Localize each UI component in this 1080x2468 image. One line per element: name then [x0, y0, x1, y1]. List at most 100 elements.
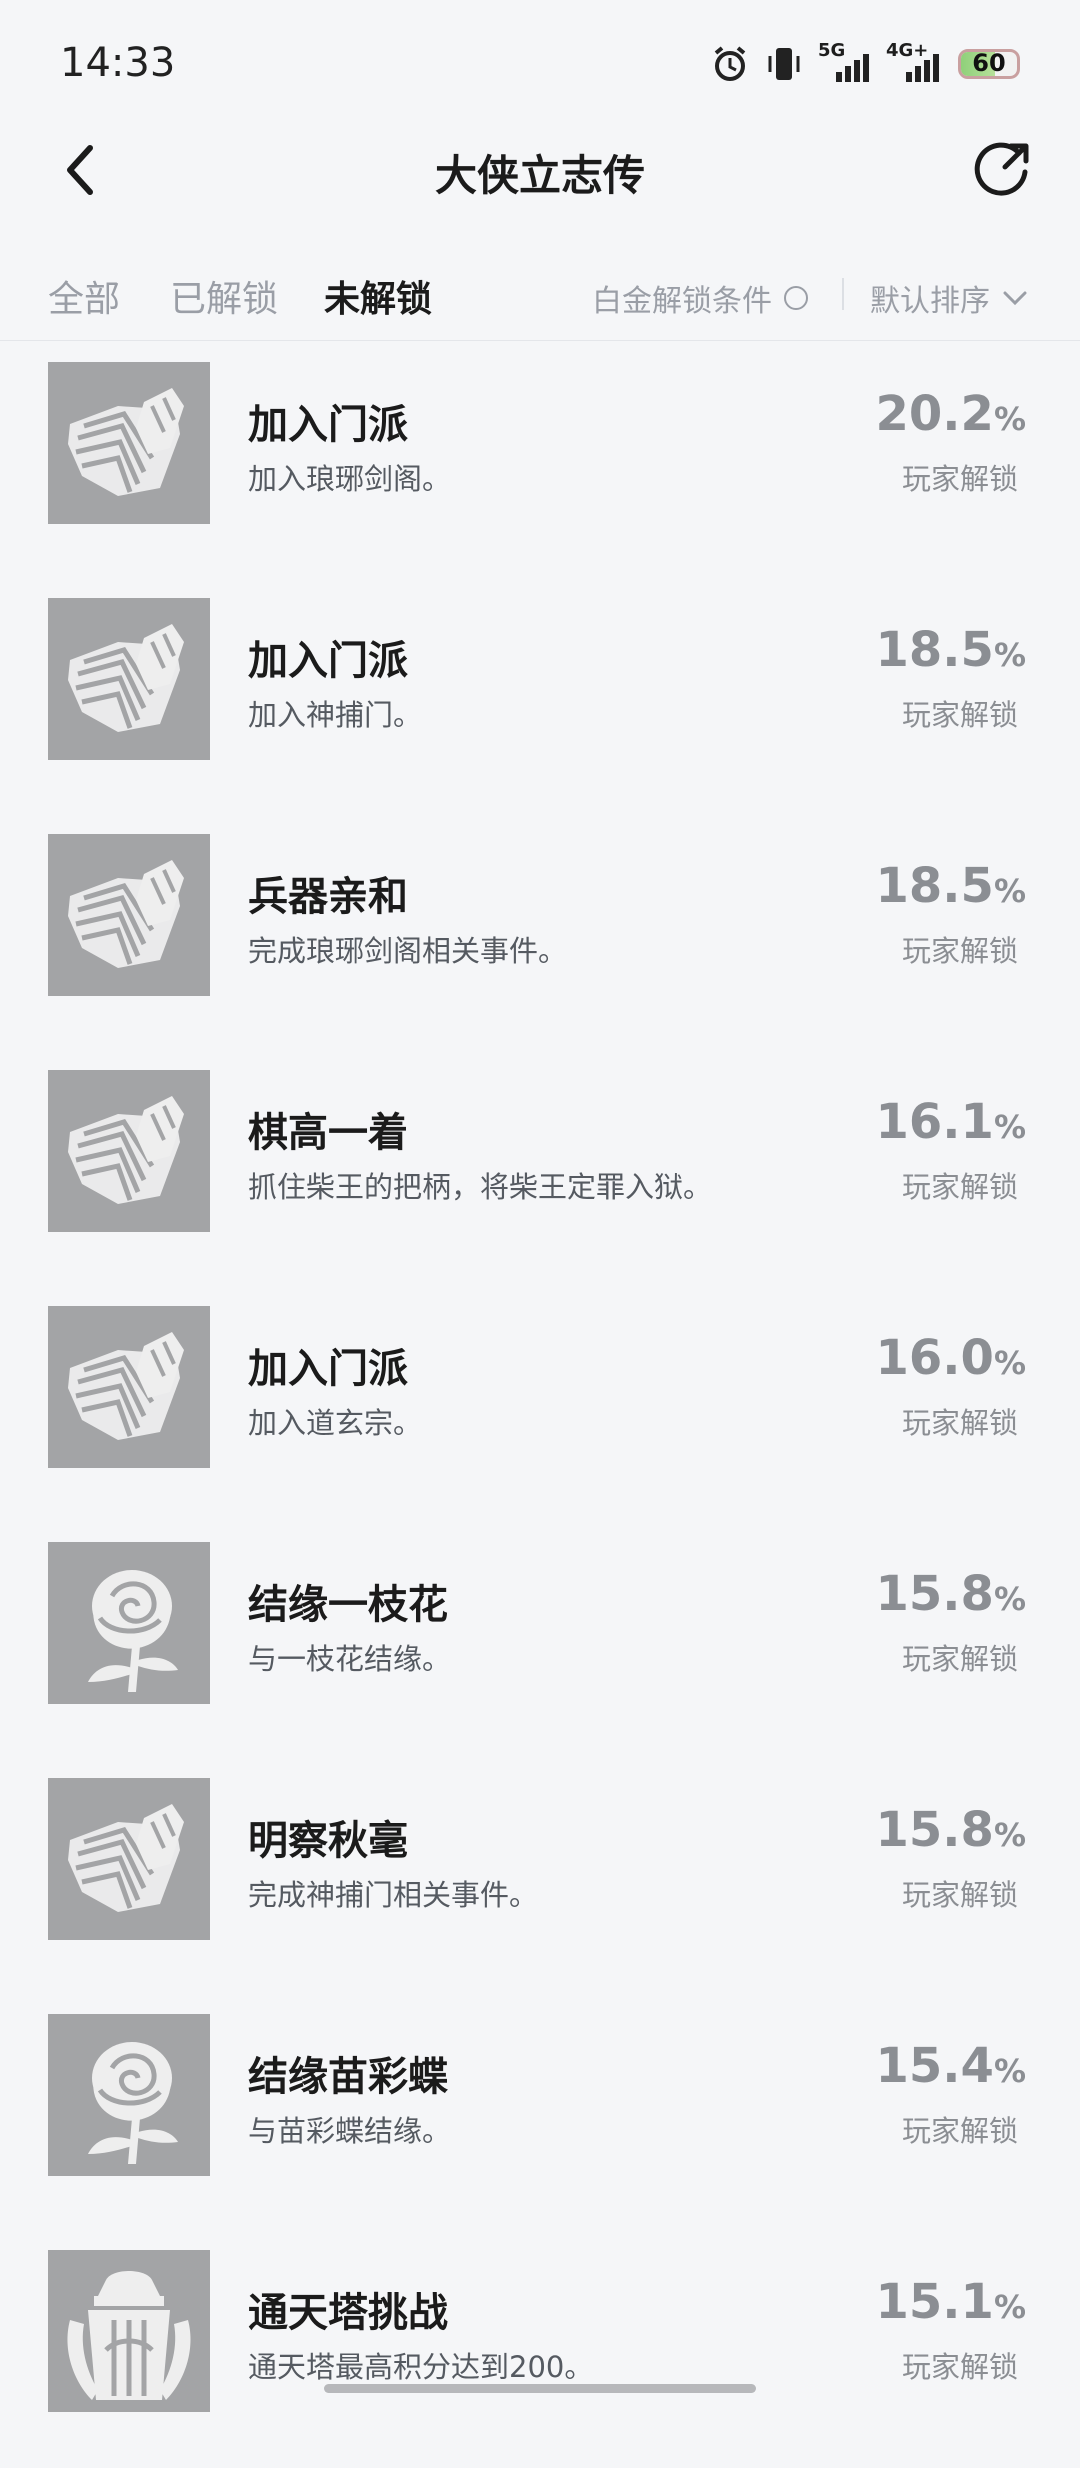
status-time: 14:33: [60, 40, 176, 86]
sort-dropdown[interactable]: 默认排序: [870, 276, 1028, 320]
achievement-title: 加入门派: [248, 1346, 408, 1392]
achievement-description: 加入琅琊剑阁。: [248, 462, 452, 496]
signal-icon: [836, 54, 869, 82]
achievement-row[interactable]: 结缘一枝花与一枝花结缘。 15.8% 玩家解锁: [0, 1524, 1080, 1760]
percent-unit: %: [993, 1580, 1026, 1618]
tab-unlocked[interactable]: 已解锁: [170, 270, 278, 322]
achievement-thumbnail: [48, 834, 210, 996]
unlock-percentage: 18.5%: [876, 858, 1027, 914]
percent-unit: %: [993, 2052, 1026, 2090]
unlock-percentage-value: 15.8: [875, 1566, 994, 1622]
signal-4g: 4G+: [886, 40, 944, 84]
unlock-percentage-value: 16.0: [875, 1330, 994, 1386]
book-icon: [48, 1070, 210, 1232]
alarm-icon: [714, 46, 746, 81]
unlock-percentage: 15.1%: [876, 2274, 1027, 2330]
achievement-description: 与一枝花结缘。: [248, 1642, 452, 1676]
book-icon: [48, 362, 210, 524]
unlock-percentage: 15.8%: [876, 1802, 1027, 1858]
unlock-label: 玩家解锁: [901, 1170, 1018, 1204]
percent-unit: %: [993, 400, 1026, 438]
home-indicator[interactable]: [324, 2384, 756, 2393]
achievement-thumbnail: [48, 1070, 210, 1232]
book-icon: [48, 598, 210, 760]
unlock-percentage-value: 20.2: [875, 386, 994, 442]
achievement-title: 明察秋毫: [248, 1818, 408, 1864]
book-icon: [48, 834, 210, 996]
unlock-label: 玩家解锁: [901, 1406, 1018, 1440]
unlock-label: 玩家解锁: [901, 2114, 1018, 2148]
share-rotate-icon: [974, 142, 1029, 196]
vibrate-icon: [768, 48, 800, 80]
achievement-title: 通天塔挑战: [248, 2290, 448, 2336]
rose-icon: [48, 1542, 210, 1704]
unlock-label: 玩家解锁: [901, 698, 1018, 732]
unlock-percentage-value: 18.5: [875, 858, 994, 914]
unlock-percentage: 16.1%: [876, 1094, 1027, 1150]
unlock-percentage-value: 15.8: [875, 1802, 994, 1858]
platinum-filter[interactable]: 白金解锁条件: [592, 276, 808, 320]
achievement-description: 与苗彩蝶结缘。: [248, 2114, 452, 2148]
tab-locked[interactable]: 未解锁: [324, 270, 432, 322]
achievement-row[interactable]: 兵器亲和 完成琅琊剑阁相关事件。 18.5% 玩家解锁: [0, 816, 1080, 1052]
unlock-percentage: 15.8%: [876, 1566, 1027, 1622]
book-icon: [48, 1778, 210, 1940]
achievement-description: 完成琅琊剑阁相关事件。: [248, 934, 568, 968]
achievement-title: 结缘苗彩蝶: [248, 2054, 448, 2100]
unlock-label: 玩家解锁: [901, 1642, 1018, 1676]
achievement-thumbnail: [48, 1542, 210, 1704]
achievement-row[interactable]: 棋高一着 抓住柴王的把柄，将柴王定罪入狱。 16.1% 玩家解锁: [0, 1052, 1080, 1288]
percent-unit: %: [993, 1816, 1026, 1854]
unlock-percentage: 18.5%: [876, 622, 1027, 678]
achievement-title: 兵器亲和: [248, 874, 408, 920]
achievement-description: 完成神捕门相关事件。: [248, 1878, 539, 1912]
unlock-percentage-value: 16.1: [875, 1094, 994, 1150]
achievement-row[interactable]: 加入门派加入道玄宗。 16.0% 玩家解锁: [0, 1288, 1080, 1524]
divider: [842, 278, 844, 310]
achievement-thumbnail: [48, 1306, 210, 1468]
page-title: 大侠立志传: [434, 151, 645, 200]
achievement-thumbnail: [48, 598, 210, 760]
achievement-thumbnail: [48, 1778, 210, 1940]
signal-icon: [906, 54, 939, 82]
percent-unit: %: [993, 2288, 1026, 2326]
percent-unit: %: [993, 872, 1026, 910]
share-button[interactable]: [970, 138, 1034, 202]
nav-bar: 大侠立志传: [0, 120, 1080, 220]
signal-5g: 5G: [818, 40, 872, 84]
unlock-label: 玩家解锁: [901, 2350, 1018, 2384]
platinum-filter-label: 白金解锁条件: [592, 284, 772, 319]
unlock-percentage: 15.4%: [876, 2038, 1027, 2094]
unlock-percentage-value: 15.1: [875, 2274, 994, 2330]
rose-icon: [48, 2014, 210, 2176]
achievement-thumbnail: [48, 362, 210, 524]
status-icons: 5G 4G+ 60: [710, 40, 1020, 84]
battery-indicator: 60: [958, 49, 1020, 79]
sort-label: 默认排序: [870, 284, 990, 319]
unlock-percentage-value: 18.5: [875, 622, 994, 678]
status-bar: 14:33 5G 4G+ 60: [0, 0, 1080, 130]
percent-unit: %: [993, 1108, 1026, 1146]
unlock-label: 玩家解锁: [901, 462, 1018, 496]
tower-icon: [48, 2250, 210, 2412]
achievement-title: 棋高一着: [248, 1110, 408, 1156]
achievement-row[interactable]: 明察秋毫完成神捕门相关事件。 15.8% 玩家解锁: [0, 1760, 1080, 1996]
achievement-title: 结缘一枝花: [248, 1582, 448, 1628]
achievement-title: 加入门派: [248, 402, 408, 448]
achievement-description: 加入道玄宗。: [248, 1406, 423, 1440]
achievement-row[interactable]: 加入门派 加入神捕门。 18.5% 玩家解锁: [0, 580, 1080, 816]
percent-unit: %: [993, 1344, 1026, 1382]
tab-all[interactable]: 全部: [48, 270, 120, 322]
achievement-row[interactable]: 结缘苗彩蝶与苗彩蝶结缘。 15.4% 玩家解锁: [0, 1996, 1080, 2232]
tabs-row: 全部 已解锁 未解锁 白金解锁条件 默认排序: [0, 250, 1080, 341]
achievement-row[interactable]: 加入门派加入琅琊剑阁。 20.2% 玩家解锁: [0, 344, 1080, 580]
unlock-label: 玩家解锁: [901, 1878, 1018, 1912]
achievement-description: 通天塔最高积分达到200。: [248, 2350, 594, 2384]
chevron-down-icon: [1003, 291, 1027, 306]
achievement-thumbnail: [48, 2250, 210, 2412]
book-icon: [48, 1306, 210, 1468]
unlock-percentage-value: 15.4: [875, 2038, 994, 2094]
unlock-percentage: 20.2%: [876, 386, 1027, 442]
battery-text: 60: [972, 49, 1006, 77]
achievement-row[interactable]: 通天塔挑战通天塔最高积分达到200。 15.1% 玩家解锁: [0, 2232, 1080, 2468]
